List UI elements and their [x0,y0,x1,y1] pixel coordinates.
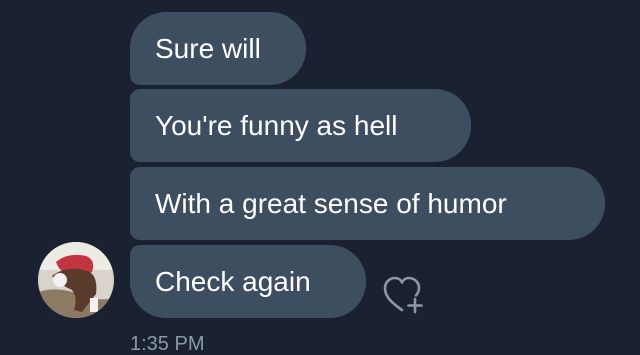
message-bubble[interactable]: Sure will [130,12,306,85]
heart-plus-icon[interactable] [382,275,428,315]
avatar-photo [38,242,114,318]
message-thread: Sure will You're funny as hell With a gr… [0,0,640,355]
message-bubble[interactable]: You're funny as hell [130,89,471,162]
sender-avatar[interactable] [38,242,114,318]
message-timestamp: 1:35 PM [130,333,205,355]
message-bubble[interactable]: Check again [130,245,366,318]
message-bubble[interactable]: With a great sense of humor [130,167,605,240]
